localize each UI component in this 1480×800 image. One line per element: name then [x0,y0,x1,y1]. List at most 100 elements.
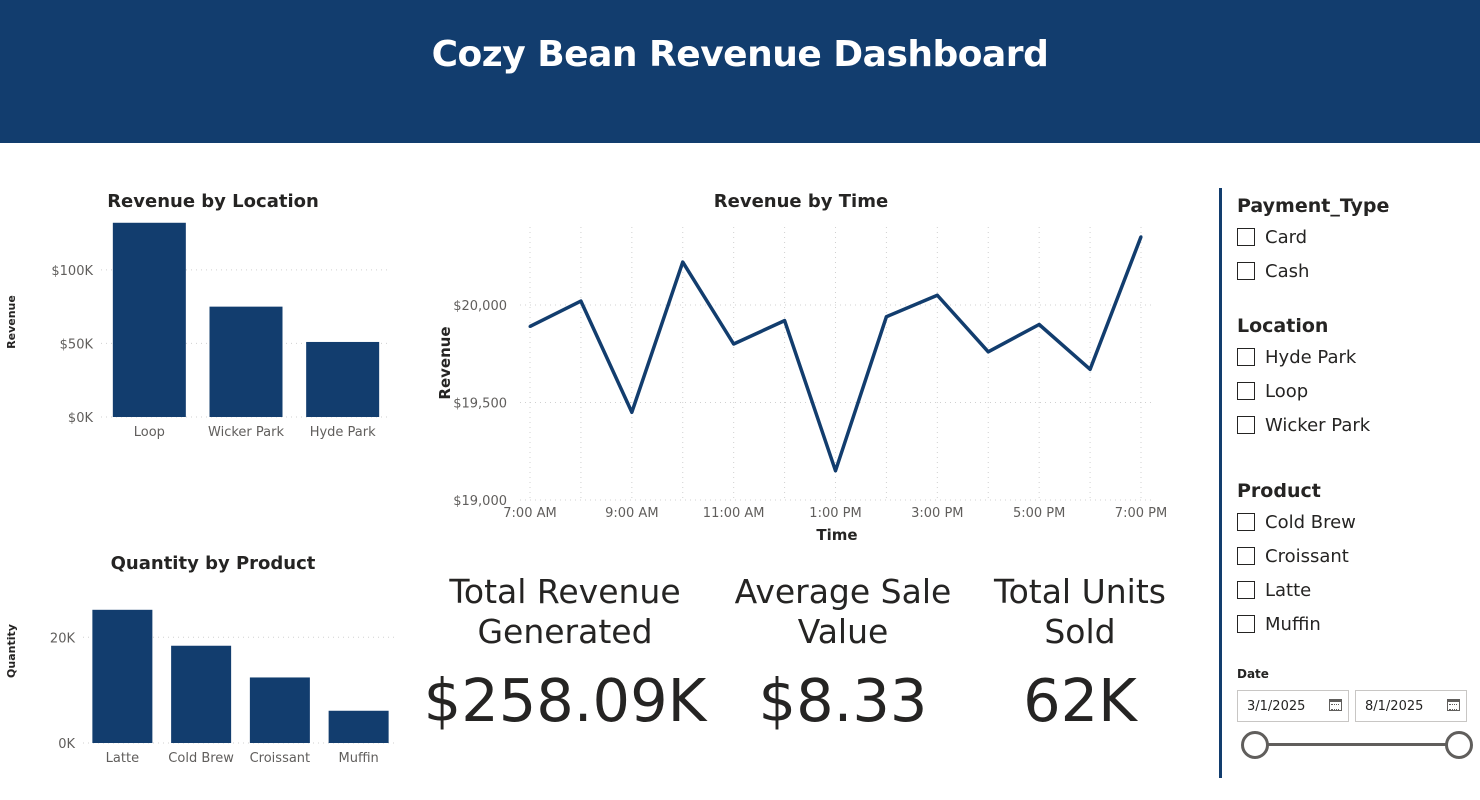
y-tick-label: 20K [50,631,76,646]
location-slicer: Location Hyde Park Loop Wicker Park [1237,312,1370,442]
plot-area: $19,000 $19,500 $20,000 7:00 AM 9:00 AM 11:00… [453,227,1167,521]
chart-title: Revenue by Location [107,191,319,212]
slicer-item-label: Latte [1265,579,1312,601]
checkbox[interactable] [1237,513,1255,531]
x-tick-label: Cold Brew [168,751,234,766]
date-range-end-handle[interactable] [1445,731,1473,759]
date-range-slider-track[interactable] [1255,743,1460,746]
bar [328,710,389,743]
y-tick-label: $100K [51,264,93,279]
checkbox[interactable] [1237,348,1255,366]
y-tick-label: $50K [60,337,94,352]
checkbox[interactable] [1237,416,1255,434]
checkbox[interactable] [1237,581,1255,599]
y-axis-title: Revenue [436,326,454,399]
start-date-input[interactable]: 3/1/2025 [1237,690,1349,722]
revenue-line [529,236,1143,473]
checkbox[interactable] [1237,228,1255,246]
slicer-item-muffin[interactable]: Muffin [1237,607,1356,641]
data-point [732,342,736,346]
x-tick-label: Latte [106,751,139,766]
x-tick-label: Hyde Park [310,425,376,440]
data-point [986,350,990,354]
slicer-item-cash[interactable]: Cash [1237,254,1389,288]
bar [209,306,283,417]
data-point [630,410,634,414]
x-tick-label: 3:00 PM [911,506,963,521]
kpi-total-units: Total Units Sold 62K [975,572,1185,736]
x-tick-label: Muffin [338,751,378,766]
slicer-item-label: Cash [1265,260,1310,282]
product-slicer: Product Cold Brew Croissant Latte Muffin [1237,477,1356,641]
x-tick-label: Croissant [250,751,311,766]
date-range-start-handle[interactable] [1241,731,1269,759]
y-tick-label: 0K [58,737,75,752]
plot-area: $0K $50K $100K Loop Wicker Park Hyde Park [51,222,391,440]
slicer-item-hyde-park[interactable]: Hyde Park [1237,340,1370,374]
revenue-by-location-chart[interactable]: Revenue by Location Revenue $0K $50K $100K… [0,185,430,450]
revenue-by-time-chart[interactable]: Revenue by Time Revenue Time $19,000 $19,… [420,185,1190,555]
x-tick-label: 9:00 AM [605,506,658,521]
slicer-item-card[interactable]: Card [1237,220,1389,254]
x-axis-title: Time [816,526,857,544]
slicer-item-cold-brew[interactable]: Cold Brew [1237,505,1356,539]
x-tick-label: 7:00 AM [503,506,556,521]
plot-area: 0K 20K Latte Cold Brew Croissant Muffin [50,609,398,766]
slicer-item-latte[interactable]: Latte [1237,573,1356,607]
checkbox[interactable] [1237,615,1255,633]
dashboard-title: Cozy Bean Revenue Dashboard [431,34,1049,75]
end-date-value: 8/1/2025 [1365,698,1424,714]
kpi-value: $258.09K [423,666,707,735]
kpi-value: 62K [1023,666,1137,735]
kpi-value: $8.33 [758,666,928,735]
bar [171,645,232,743]
slicer-item-label: Loop [1265,380,1309,402]
x-tick-label: 1:00 PM [809,506,861,521]
slicer-item-label: Muffin [1265,613,1321,635]
data-point [579,299,583,303]
bar [249,677,310,743]
x-tick-label: Loop [134,425,165,440]
bar [306,341,380,417]
y-axis-title: Revenue [5,295,18,349]
checkbox[interactable] [1237,262,1255,280]
data-point [1139,235,1143,239]
slicer-item-label: Wicker Park [1265,414,1371,436]
bar [92,609,153,743]
date-slicer-title: Date [1237,667,1269,681]
slicer-item-label: Croissant [1265,545,1349,567]
data-point [1088,367,1092,371]
data-point [935,293,939,297]
kpi-title: Total Units Sold [994,572,1166,651]
dashboard-header: Cozy Bean Revenue Dashboard [0,0,1480,143]
calendar-icon[interactable] [1329,699,1342,711]
payment-type-slicer: Payment_Type Card Cash [1237,192,1389,288]
kpi-title: Total Revenue Generated [449,572,681,651]
slicer-item-croissant[interactable]: Croissant [1237,539,1356,573]
kpi-average-sale: Average Sale Value $8.33 [712,572,974,736]
slicer-item-loop[interactable]: Loop [1237,374,1370,408]
x-tick-label: 5:00 PM [1013,506,1065,521]
slicer-item-wicker-park[interactable]: Wicker Park [1237,408,1370,442]
y-tick-label: $19,500 [453,397,507,412]
x-tick-label: Wicker Park [208,425,284,440]
filter-pane-divider [1219,188,1222,778]
start-date-value: 3/1/2025 [1247,698,1306,714]
y-axis-title: Quantity [5,624,18,678]
y-tick-label: $19,000 [453,494,507,509]
end-date-input[interactable]: 8/1/2025 [1355,690,1467,722]
checkbox[interactable] [1237,547,1255,565]
data-point [681,260,685,264]
calendar-icon[interactable] [1447,699,1460,711]
checkbox[interactable] [1237,382,1255,400]
data-point [834,469,837,473]
slicer-item-label: Card [1265,226,1308,248]
slicer-item-label: Hyde Park [1265,346,1357,368]
x-tick-label: 11:00 AM [703,506,765,521]
kpi-total-revenue: Total Revenue Generated $258.09K [420,572,710,736]
slicer-title: Payment_Type [1237,195,1390,217]
quantity-by-product-chart[interactable]: Quantity by Product Quantity 0K 20K Latte C… [0,547,430,787]
data-point [528,324,532,328]
chart-title: Revenue by Time [714,191,888,212]
slicer-item-label: Cold Brew [1265,511,1356,533]
